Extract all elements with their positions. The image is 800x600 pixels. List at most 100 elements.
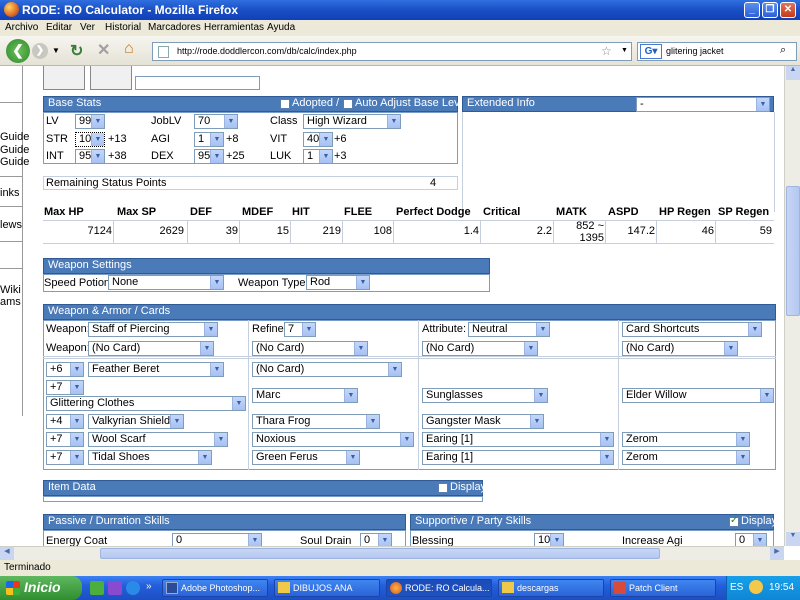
shoes-item-select[interactable]: Tidal Shoes ▼ [88,450,212,465]
adopted-checkbox[interactable] [280,99,290,109]
sidebar-item-guide-1[interactable]: Guide [0,131,29,143]
quicklaunch-icon[interactable] [108,581,122,595]
accessory-1-card-select[interactable]: Zerom ▼ [622,432,750,447]
taskbar-item-descargas[interactable]: descargas [498,579,604,597]
menu-editar[interactable]: Editar [46,22,72,33]
refine-select[interactable]: 7 ▼ [284,322,316,337]
quicklaunch-icon[interactable] [90,581,104,595]
scroll-right-icon[interactable]: ▶ [770,547,784,560]
dex-select[interactable]: 95 ▼ [194,149,224,164]
garment-item-select[interactable]: Wool Scarf ▼ [88,432,228,447]
garment-card-select[interactable]: Noxious ▼ [252,432,414,447]
sidebar-item-wiki[interactable]: Wiki [0,284,21,296]
class-select[interactable]: High Wizard ▼ [303,114,401,129]
supportive-display-checkbox[interactable] [729,515,739,527]
search-engine-icon[interactable]: G▾ [640,44,662,59]
item-data-display-checkbox[interactable] [438,483,448,493]
minimize-button[interactable]: _ [744,2,760,18]
url-dropdown-icon[interactable]: ▼ [621,47,628,54]
lv-select[interactable]: 99 ▼ [75,114,105,129]
menu-marcadores[interactable]: Marcadores [148,22,201,33]
vertical-scrollbar[interactable]: ▲ ▼ [784,66,800,546]
attribute-select[interactable]: Neutral ▼ [468,322,550,337]
accessory-2-card-select[interactable]: Zerom ▼ [622,450,750,465]
garment-refine-select[interactable]: +7 ▼ [46,432,84,447]
vit-select[interactable]: 40 ▼ [303,132,333,147]
sidebar-item-items[interactable]: ams [0,296,21,308]
weapon-card-4-select[interactable]: (No Card) ▼ [622,341,738,356]
search-icon[interactable]: ⌕ [780,44,786,57]
menu-historial[interactable]: Historial [105,22,141,33]
blessing-select[interactable]: 10 ▼ [534,533,564,546]
agi-select[interactable]: 1 ▼ [194,132,224,147]
shoes-refine-select[interactable]: +7 ▼ [46,450,84,465]
str-select[interactable]: 10 ▼ [75,132,105,147]
mid-headgear-select[interactable]: Sunglasses ▼ [422,388,548,403]
home-icon[interactable]: ⌂ [124,40,134,58]
close-button[interactable]: ✕ [780,2,796,18]
joblv-select[interactable]: 70 ▼ [194,114,238,129]
menu-herramientas[interactable]: Herramientas [204,22,264,33]
body-item-select[interactable]: Glittering Clothes ▼ [46,396,246,411]
horizontal-scroll-thumb[interactable] [100,548,660,559]
shield-card-select[interactable]: Thara Frog ▼ [252,414,380,429]
energy-coat-select[interactable]: 0 ▼ [172,533,262,546]
weapon-type-select[interactable]: Rod ▼ [306,275,370,290]
lower-headgear-select[interactable]: Elder Willow ▼ [622,388,774,403]
reload-icon[interactable]: ↻ [70,41,83,61]
sidebar-item-guide-3[interactable]: Guide [0,156,29,168]
top-input[interactable] [135,76,260,90]
upper-headgear-select[interactable]: Gangster Mask ▼ [422,414,544,429]
taskbar-item-photoshop[interactable]: Adobe Photoshop... [162,579,268,597]
soul-drain-select[interactable]: 0 ▼ [360,533,392,546]
head-card-select[interactable]: (No Card) ▼ [252,362,402,377]
weapon-card-3-select[interactable]: (No Card) ▼ [422,341,538,356]
vertical-scroll-thumb[interactable] [786,186,800,316]
luk-select[interactable]: 1 ▼ [303,149,333,164]
increase-agi-select[interactable]: 0 ▼ [735,533,767,546]
back-button[interactable]: ❮ [6,39,30,63]
url-field[interactable]: http://rode.doddlercon.com/db/calc/index… [152,42,632,61]
maximize-button[interactable]: ❐ [762,2,778,18]
stop-icon[interactable]: ✕ [97,40,110,60]
taskbar-item-dibujos[interactable]: DIBUJOS ANA [274,579,380,597]
scroll-up-icon[interactable]: ▲ [786,66,800,80]
int-select[interactable]: 95 ▼ [75,149,105,164]
body-card-select[interactable]: Marc ▼ [252,388,358,403]
sidebar-item-links[interactable]: inks [0,187,20,199]
shoes-card-select[interactable]: Green Ferus ▼ [252,450,360,465]
menu-ayuda[interactable]: Ayuda [267,22,295,33]
accessory-1-select[interactable]: Earing [1] ▼ [422,432,614,447]
accessory-2-select[interactable]: Earing [1] ▼ [422,450,614,465]
scroll-left-icon[interactable]: ◀ [0,547,14,560]
quicklaunch-more-icon[interactable]: » [146,581,152,592]
start-button[interactable]: Inicio [0,576,82,600]
menu-ver[interactable]: Ver [80,22,95,33]
taskbar-item-patch-client[interactable]: Patch Client [610,579,716,597]
weapon-select[interactable]: Staff of Piercing ▼ [88,322,218,337]
taskbar-item-firefox[interactable]: RODE: RO Calcula... [386,579,492,597]
bookmark-star-icon[interactable]: ☆ [601,44,612,58]
head-refine-select[interactable]: +6 ▼ [46,362,84,377]
history-dropdown-icon[interactable]: ▼ [52,46,60,55]
extended-info-select[interactable]: - ▼ [636,97,770,112]
forward-button[interactable]: ❯ [32,43,48,59]
scroll-down-icon[interactable]: ▼ [786,532,800,546]
tray-icon[interactable] [749,580,763,594]
shield-item-select[interactable]: Valkyrian Shield ▼ [88,414,184,429]
top-button-2[interactable] [90,66,132,90]
body-refine-select[interactable]: +7 ▼ [46,380,84,395]
menu-archivo[interactable]: Archivo [5,22,38,33]
weapon-card-2-select[interactable]: (No Card) ▼ [252,341,368,356]
horizontal-scrollbar[interactable]: ◀ ▶ [0,546,784,560]
auto-adjust-checkbox[interactable] [343,99,353,109]
head-item-select[interactable]: Feather Beret ▼ [88,362,224,377]
sidebar-item-guide-2[interactable]: Guide [0,144,29,156]
card-shortcuts-select[interactable]: Card Shortcuts ▼ [622,322,762,337]
search-input[interactable]: G▾ glitering jacket ⌕ [637,42,797,61]
shield-refine-select[interactable]: +4 ▼ [46,414,84,429]
weapon-card-1-select[interactable]: (No Card) ▼ [88,341,214,356]
top-button-1[interactable] [43,66,85,90]
quicklaunch-icon[interactable] [126,581,140,595]
speed-potion-select[interactable]: None ▼ [108,275,224,290]
